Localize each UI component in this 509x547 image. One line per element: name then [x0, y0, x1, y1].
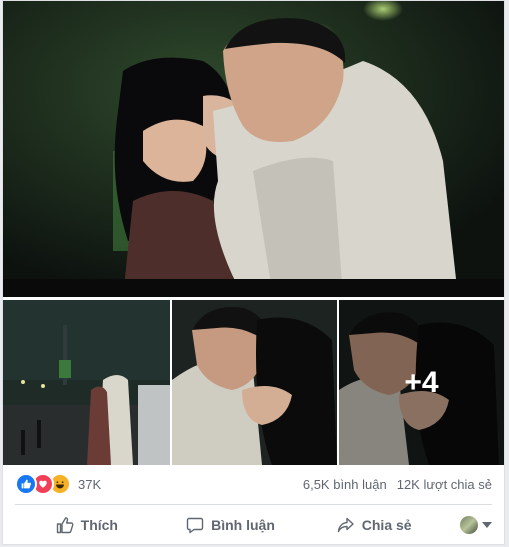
more-photos-overlay[interactable]: +4: [339, 300, 504, 465]
share-button-label: Chia sẻ: [361, 517, 412, 533]
post-card: +4 37K 6,5K bình luận 12K lượt chia sẻ T…: [2, 0, 505, 545]
post-stats: 6,5K bình luận 12K lượt chia sẻ: [303, 477, 492, 492]
more-photos-count: +4: [404, 365, 439, 399]
audience-selector[interactable]: [446, 516, 493, 534]
like-icon: [15, 473, 37, 495]
shares-count-link[interactable]: 12K lượt chia sẻ: [397, 477, 492, 492]
comments-count-link[interactable]: 6,5K bình luận: [303, 477, 387, 492]
thumbs-up-icon: [56, 517, 74, 534]
post-main-photo[interactable]: [3, 1, 504, 297]
post-photo-thumbnail[interactable]: [3, 300, 170, 465]
like-button-label: Thích: [80, 517, 118, 533]
chevron-down-icon: [482, 522, 493, 528]
main-photo-image: [3, 1, 504, 297]
share-icon: [337, 517, 354, 533]
comment-button-label: Bình luận: [211, 517, 275, 533]
post-actions-bar: Thích Bình luận Chia sẻ: [3, 505, 504, 544]
like-button[interactable]: Thích: [15, 516, 159, 534]
thumbnail-image: [3, 300, 170, 465]
reaction-count[interactable]: 37K: [78, 477, 101, 492]
share-button[interactable]: Chia sẻ: [302, 516, 446, 534]
comment-button[interactable]: Bình luận: [159, 516, 303, 534]
post-photo-thumbnail[interactable]: [172, 300, 337, 465]
thumbnail-image: [172, 300, 337, 465]
reactions-summary-bar: 37K 6,5K bình luận 12K lượt chia sẻ: [3, 465, 504, 503]
avatar: [460, 516, 479, 534]
comment-icon: [186, 517, 204, 534]
post-photo-thumbnail-more[interactable]: +4: [339, 300, 504, 465]
reaction-icons-group[interactable]: 37K: [15, 473, 101, 495]
